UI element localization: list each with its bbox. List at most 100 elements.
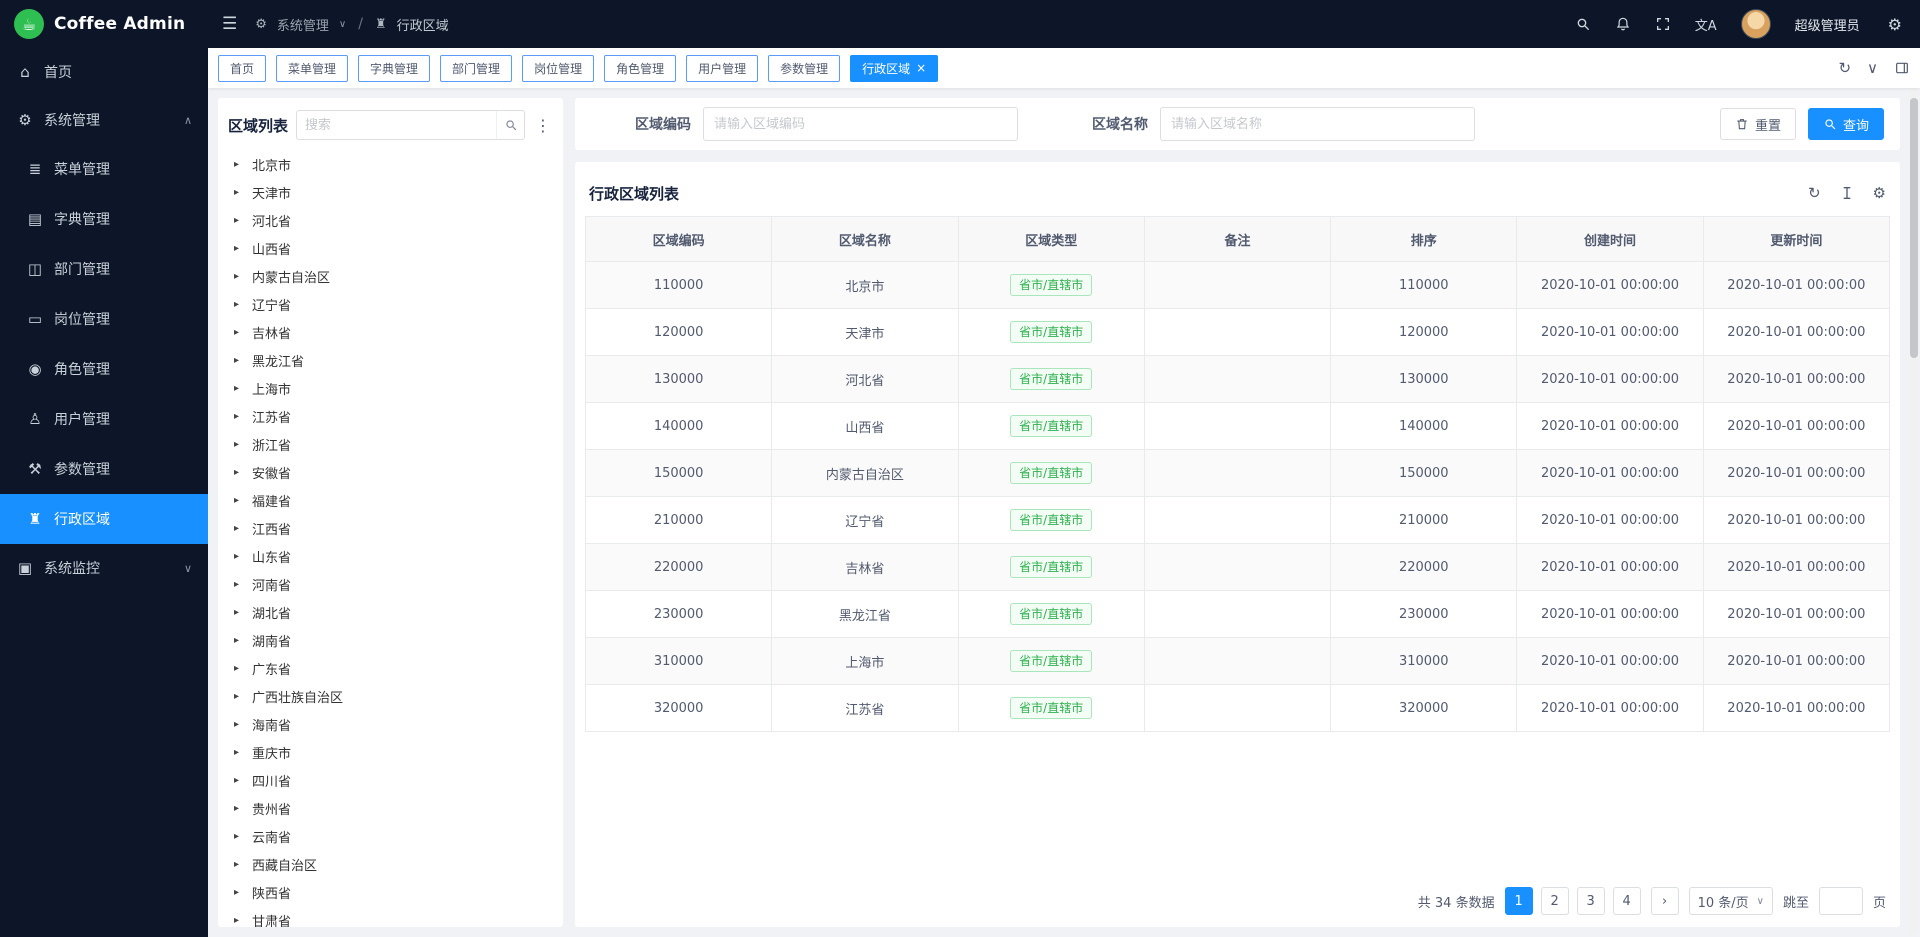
expand-arrow-icon[interactable]: ▸ — [234, 355, 244, 366]
sidebar-subitem[interactable]: ♙ 用户管理 — [0, 394, 208, 444]
bell-icon[interactable] — [1615, 16, 1631, 32]
expand-arrow-icon[interactable]: ▸ — [234, 187, 244, 198]
expand-arrow-icon[interactable]: ▸ — [234, 607, 244, 618]
expand-arrow-icon[interactable]: ▸ — [234, 831, 244, 842]
expand-arrow-icon[interactable]: ▸ — [234, 299, 244, 310]
page-button[interactable]: 2 — [1541, 887, 1569, 915]
tree-item[interactable]: ▸ 吉林省 — [228, 318, 553, 346]
refresh-icon[interactable]: ↻ — [1838, 59, 1851, 77]
sidebar-subitem[interactable]: ♜ 行政区域 — [0, 494, 208, 544]
tree-item[interactable]: ▸ 天津市 — [228, 178, 553, 206]
expand-arrow-icon[interactable]: ▸ — [234, 775, 244, 786]
expand-arrow-icon[interactable]: ▸ — [234, 887, 244, 898]
tree-item[interactable]: ▸ 内蒙古自治区 — [228, 262, 553, 290]
tree-item[interactable]: ▸ 贵州省 — [228, 794, 553, 822]
more-options-icon[interactable]: ⋮ — [533, 116, 553, 135]
fullscreen-icon[interactable] — [1655, 16, 1671, 32]
tree-item[interactable]: ▸ 海南省 — [228, 710, 553, 738]
sidebar-item-home[interactable]: ⌂ 首页 — [0, 48, 208, 96]
sidebar-collapse-icon[interactable]: ☰ — [222, 14, 237, 34]
tree-search-input[interactable] — [297, 118, 496, 133]
search-icon[interactable] — [1575, 16, 1591, 32]
expand-arrow-icon[interactable]: ▸ — [234, 663, 244, 674]
tree-item[interactable]: ▸ 重庆市 — [228, 738, 553, 766]
expand-arrow-icon[interactable]: ▸ — [234, 383, 244, 394]
tab[interactable]: 用户管理 × — [686, 55, 758, 82]
sidebar-subitem[interactable]: ≣ 菜单管理 — [0, 144, 208, 194]
expand-arrow-icon[interactable]: ▸ — [234, 747, 244, 758]
close-icon[interactable]: × — [916, 62, 926, 74]
refresh-icon[interactable]: ↻ — [1808, 184, 1821, 202]
sidebar-item-system-monitor[interactable]: ▣ 系统监控 ∨ — [0, 544, 208, 592]
next-page-button[interactable]: › — [1651, 887, 1679, 915]
tab[interactable]: 菜单管理 × — [276, 55, 348, 82]
current-user-name[interactable]: 超级管理员 — [1795, 15, 1860, 34]
sidebar-subitem[interactable]: ▤ 字典管理 — [0, 194, 208, 244]
expand-arrow-icon[interactable]: ▸ — [234, 579, 244, 590]
jump-page-input[interactable] — [1819, 887, 1863, 915]
expand-arrow-icon[interactable]: ▸ — [234, 159, 244, 170]
tree-item[interactable]: ▸ 广东省 — [228, 654, 553, 682]
chevron-down-icon[interactable]: ∨ — [1867, 59, 1878, 77]
expand-arrow-icon[interactable]: ▸ — [234, 467, 244, 478]
tree-item[interactable]: ▸ 陕西省 — [228, 878, 553, 906]
tab[interactable]: 行政区域 × — [850, 55, 938, 82]
page-button[interactable]: 3 — [1577, 887, 1605, 915]
translate-icon[interactable]: 文A — [1695, 15, 1717, 34]
tree-item[interactable]: ▸ 山西省 — [228, 234, 553, 262]
tree-item[interactable]: ▸ 北京市 — [228, 150, 553, 178]
column-adjust-icon[interactable] — [1839, 185, 1855, 201]
expand-arrow-icon[interactable]: ▸ — [234, 803, 244, 814]
tree-item[interactable]: ▸ 湖北省 — [228, 598, 553, 626]
tree-item[interactable]: ▸ 山东省 — [228, 542, 553, 570]
page-button[interactable]: 4 — [1613, 887, 1641, 915]
expand-arrow-icon[interactable]: ▸ — [234, 523, 244, 534]
tree-item[interactable]: ▸ 湖南省 — [228, 626, 553, 654]
page-button[interactable]: 1 — [1505, 887, 1533, 915]
expand-arrow-icon[interactable]: ▸ — [234, 691, 244, 702]
sidebar-subitem[interactable]: ▭ 岗位管理 — [0, 294, 208, 344]
tab[interactable]: 参数管理 × — [768, 55, 840, 82]
sidebar-item-system-manage[interactable]: ⚙ 系统管理 ∧ — [0, 96, 208, 144]
gear-icon[interactable]: ⚙ — [1873, 184, 1886, 202]
tree-item[interactable]: ▸ 广西壮族自治区 — [228, 682, 553, 710]
tree-item[interactable]: ▸ 上海市 — [228, 374, 553, 402]
tree-item[interactable]: ▸ 四川省 — [228, 766, 553, 794]
expand-arrow-icon[interactable]: ▸ — [234, 271, 244, 282]
tree-item[interactable]: ▸ 甘肃省 — [228, 906, 553, 927]
tree-item[interactable]: ▸ 云南省 — [228, 822, 553, 850]
breadcrumb-parent[interactable]: 系统管理 — [277, 15, 329, 34]
tree-item[interactable]: ▸ 西藏自治区 — [228, 850, 553, 878]
expand-arrow-icon[interactable]: ▸ — [234, 719, 244, 730]
sidebar-subitem[interactable]: ⚒ 参数管理 — [0, 444, 208, 494]
tree-item[interactable]: ▸ 河北省 — [228, 206, 553, 234]
region-code-input[interactable] — [703, 107, 1018, 141]
region-name-input[interactable] — [1160, 107, 1475, 141]
search-icon[interactable] — [496, 111, 524, 139]
tab[interactable]: 角色管理 × — [604, 55, 676, 82]
settings-gear-icon[interactable]: ⚙ — [1888, 15, 1902, 34]
tab[interactable]: 字典管理 × — [358, 55, 430, 82]
tree-item[interactable]: ▸ 河南省 — [228, 570, 553, 598]
expand-arrow-icon[interactable]: ▸ — [234, 635, 244, 646]
expand-arrow-icon[interactable]: ▸ — [234, 495, 244, 506]
sidebar-subitem[interactable]: ◫ 部门管理 — [0, 244, 208, 294]
tree-item[interactable]: ▸ 江西省 — [228, 514, 553, 542]
sidebar-subitem[interactable]: ◉ 角色管理 — [0, 344, 208, 394]
page-scrollbar[interactable] — [1910, 88, 1918, 935]
user-avatar[interactable] — [1741, 9, 1771, 39]
tree-item[interactable]: ▸ 福建省 — [228, 486, 553, 514]
layout-icon[interactable] — [1894, 60, 1910, 76]
page-size-select[interactable]: 10 条/页 ∨ — [1689, 887, 1773, 915]
expand-arrow-icon[interactable]: ▸ — [234, 439, 244, 450]
expand-arrow-icon[interactable]: ▸ — [234, 243, 244, 254]
search-button[interactable]: 查询 — [1808, 108, 1884, 140]
expand-arrow-icon[interactable]: ▸ — [234, 915, 244, 926]
expand-arrow-icon[interactable]: ▸ — [234, 551, 244, 562]
expand-arrow-icon[interactable]: ▸ — [234, 327, 244, 338]
tab[interactable]: 部门管理 × — [440, 55, 512, 82]
scrollbar-thumb[interactable] — [1910, 98, 1918, 358]
expand-arrow-icon[interactable]: ▸ — [234, 859, 244, 870]
expand-arrow-icon[interactable]: ▸ — [234, 411, 244, 422]
tree-item[interactable]: ▸ 江苏省 — [228, 402, 553, 430]
